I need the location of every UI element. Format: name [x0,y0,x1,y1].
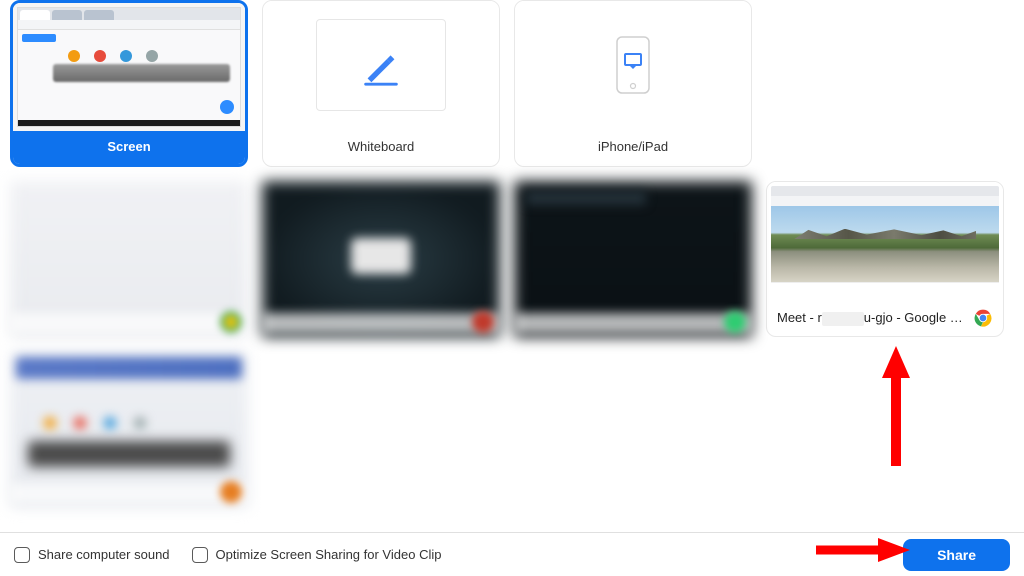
iphone-thumbnail [515,1,751,129]
share-option-window-blurred-2[interactable] [262,181,500,337]
share-option-screen[interactable]: Screen [10,0,248,167]
share-computer-sound-label: Share computer sound [38,547,170,562]
checkbox-box [192,547,208,563]
meet-thumbnail [767,182,1003,300]
share-computer-sound-checkbox[interactable]: Share computer sound [14,547,170,563]
marker-icon [358,42,404,88]
share-option-screen-label: Screen [13,131,245,164]
share-option-window-blurred-4[interactable] [10,351,248,507]
screen-thumbnail [13,3,245,131]
share-button[interactable]: Share [903,539,1010,571]
redacted-text [822,312,864,326]
optimize-video-clip-checkbox[interactable]: Optimize Screen Sharing for Video Clip [192,547,442,563]
share-option-iphone-ipad[interactable]: iPhone/iPad [514,0,752,167]
optimize-video-clip-label: Optimize Screen Sharing for Video Clip [216,547,442,562]
share-option-whiteboard[interactable]: Whiteboard [262,0,500,167]
window-caption: Meet - ru-gjo - Google C... [777,310,967,326]
share-option-window-blurred-3[interactable] [514,181,752,337]
share-option-window-blurred-1[interactable] [10,181,248,337]
checkbox-box [14,547,30,563]
chrome-icon [973,308,993,328]
footer-bar: Share computer sound Optimize Screen Sha… [0,532,1024,576]
share-option-iphone-ipad-label: iPhone/iPad [515,129,751,166]
share-option-whiteboard-label: Whiteboard [263,129,499,166]
share-option-window-meet-chrome[interactable]: Meet - ru-gjo - Google C... [766,181,1004,337]
device-icon [616,36,650,94]
whiteboard-thumbnail [263,1,499,129]
